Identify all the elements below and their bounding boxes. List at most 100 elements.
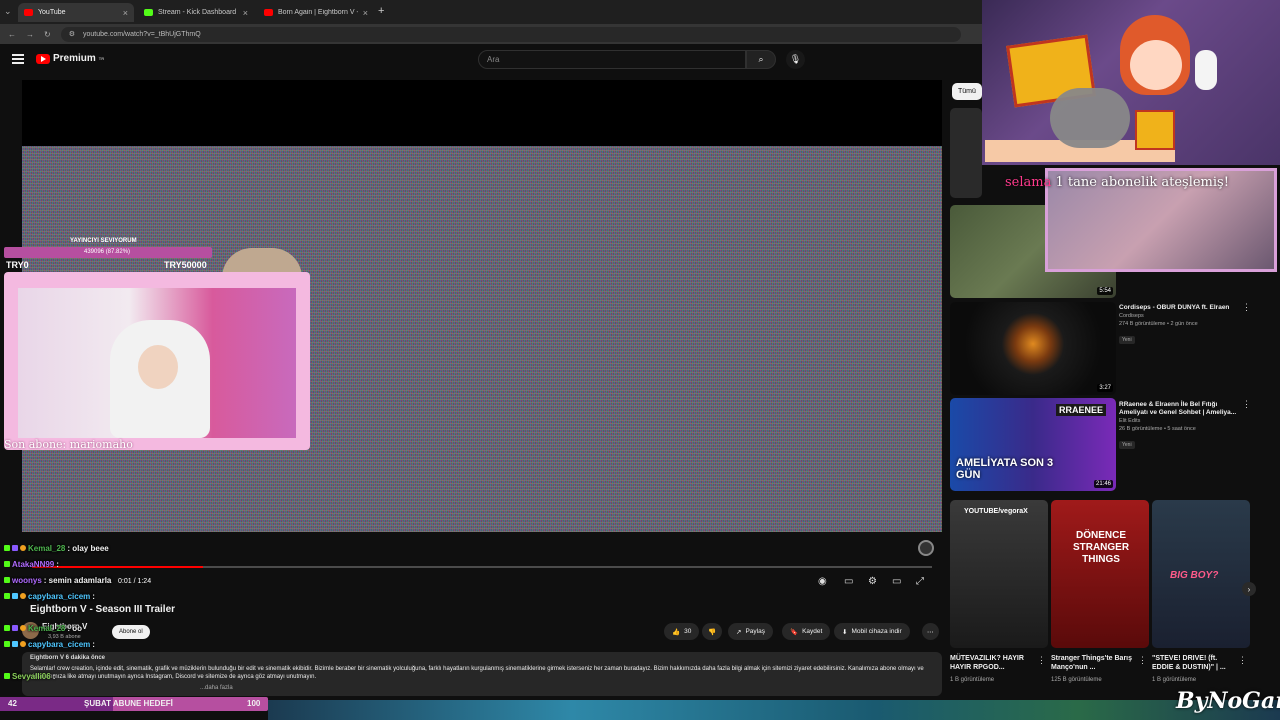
short-thumbnail[interactable]: YOUTUBE/vegoraX	[950, 500, 1048, 648]
share-label: Paylaş	[745, 628, 765, 635]
channel-watermark[interactable]	[918, 540, 934, 556]
chat-message: woonys : semin adamlarla	[4, 574, 111, 586]
new-tab-icon[interactable]: +	[378, 5, 384, 17]
show-more-link[interactable]: ...daha fazla	[200, 685, 233, 691]
chat-message: capybara_cicem :	[4, 638, 95, 650]
badge-icon	[4, 673, 10, 679]
shorts-next-icon[interactable]: ›	[1242, 582, 1256, 596]
short-title[interactable]: MÜTEVAZILIK? HAYIR HAYIR RPGOD...	[950, 654, 1034, 672]
more-options-icon[interactable]: ⋮	[1138, 655, 1147, 666]
chat-username: capybara_cicem	[28, 639, 91, 649]
search-button[interactable]: ⌕	[746, 50, 776, 69]
badge-icon	[12, 545, 18, 551]
menu-icon[interactable]	[12, 54, 24, 64]
site-info-icon[interactable]: ⚙	[69, 30, 75, 38]
more-options-icon[interactable]: ⋮	[1238, 655, 1247, 666]
forward-icon[interactable]: →	[26, 30, 34, 39]
gift-box-illustration	[1135, 110, 1175, 150]
youtube-logo[interactable]: Premium TR	[36, 53, 104, 64]
search-icon: ⌕	[758, 54, 764, 64]
chat-username: Sevyalli06	[12, 671, 51, 681]
last-subscriber: Son abone: mariomaho	[4, 438, 133, 451]
like-button[interactable]: 👍 30	[664, 623, 700, 640]
fullscreen-icon[interactable]: ⤢	[916, 576, 924, 587]
video-thumbnail[interactable]	[950, 108, 982, 198]
short-title[interactable]: "STEVE! DRIVE! (ft. EDDIE & DUSTIN)" | .…	[1152, 654, 1236, 672]
logo-text: Premium	[53, 53, 96, 64]
ocean-decoration	[268, 700, 1280, 720]
voice-search-button[interactable]: 🎙	[786, 50, 805, 69]
more-options-icon[interactable]: ⋮	[1242, 302, 1251, 313]
more-options-icon[interactable]: ⋮	[1242, 399, 1251, 410]
new-badge: Yeni	[1119, 336, 1135, 344]
more-options-icon[interactable]: ⋮	[1037, 655, 1046, 666]
short-title[interactable]: Stranger Things'te Barış Manço'nun ...	[1051, 654, 1135, 672]
reload-icon[interactable]: ↻	[44, 30, 51, 39]
tab-youtube[interactable]: YouTube ×	[18, 3, 134, 22]
donation-goal-title: YAYINCIYI SEVIYORUM	[70, 238, 137, 244]
url-field[interactable]: ⚙ youtube.com/watch?v=_tBhUjGThmQ	[60, 26, 961, 42]
more-actions-button[interactable]: ⋯	[922, 623, 939, 640]
short-meta: 1 B görüntüleme	[1152, 677, 1197, 683]
subscribe-button[interactable]: Abone ol	[112, 625, 150, 639]
thumbnail-text: AMELİYATA SON 3 GÜN	[956, 457, 1054, 481]
filter-chip-all[interactable]: Tümü	[952, 83, 982, 100]
donation-goal-max: TRY50000	[164, 260, 207, 270]
youtube-favicon-icon	[264, 9, 273, 16]
search-placeholder: Ara	[487, 55, 500, 64]
search-input[interactable]: Ara	[478, 50, 746, 69]
address-bar: ← → ↻ ⚙ youtube.com/watch?v=_tBhUjGThmQ	[0, 24, 982, 44]
streamer-signature: ByNoGar	[1176, 688, 1280, 714]
settings-gear-icon[interactable]: ⚙	[868, 576, 877, 587]
short-meta: 125 B görüntüleme	[1051, 677, 1102, 683]
description-text: Selamlar! crew creation, içinde edit, si…	[30, 666, 924, 680]
close-tab-icon[interactable]: ×	[363, 8, 368, 18]
tab-born-again[interactable]: Born Again | Eightborn V - Sea ×	[258, 3, 374, 22]
chat-text: :	[56, 559, 59, 569]
short-meta: 1 B görüntüleme	[950, 677, 995, 683]
badge-icon	[12, 641, 18, 647]
close-tab-icon[interactable]: ×	[243, 8, 248, 18]
youtube-favicon-icon	[24, 9, 33, 16]
badge-icon	[20, 545, 26, 551]
save-button[interactable]: 🔖 Kaydet	[782, 623, 831, 640]
share-icon: ↗	[736, 628, 742, 636]
badge-icon	[20, 625, 26, 631]
sub-goal-title: ŞUBAT ABUNE HEDEFİ	[84, 699, 173, 708]
tab-search-chevron-icon[interactable]: ⌄	[4, 6, 12, 17]
dislike-button[interactable]: 👎	[702, 623, 723, 640]
save-label: Kaydet	[802, 628, 823, 635]
short-thumbnail[interactable]: BIG BOY?	[1152, 500, 1250, 648]
thumbs-down-icon: 👎	[708, 628, 717, 636]
tab-kick-dashboard[interactable]: Stream - Kick Dashboard ×	[138, 3, 254, 22]
new-badge: Yeni	[1119, 441, 1135, 449]
theater-mode-icon[interactable]: ▭	[892, 576, 901, 587]
download-label: Mobil cihaza indir	[851, 628, 902, 635]
short-thumbnail[interactable]: DÖNENCE STRANGER THINGS	[1051, 500, 1149, 648]
chat-text: :	[92, 591, 95, 601]
kick-favicon-icon	[144, 9, 153, 16]
chat-message: Sevyalli06 :	[4, 670, 55, 682]
recommendation-info[interactable]: RRaenee & Elraenn İle Bel Fıtığı Ameliya…	[1119, 401, 1241, 451]
back-icon[interactable]: ←	[8, 30, 16, 39]
video-thumbnail[interactable]: 3:27	[950, 302, 1116, 395]
badge-icon	[12, 593, 18, 599]
video-title: Eightborn V - Season III Trailer	[30, 604, 176, 615]
badge-icon	[20, 641, 26, 647]
badge-icon	[4, 641, 10, 647]
donation-goal-values: 439096 (87.82%)	[84, 249, 131, 255]
video-thumbnail[interactable]: RRAENEE AMELİYATA SON 3 GÜN 21:46	[950, 398, 1116, 491]
sub-goal-current: 42	[8, 699, 17, 708]
autoplay-toggle-icon[interactable]: ◉	[818, 576, 827, 587]
share-button[interactable]: ↗ Paylaş	[728, 623, 773, 640]
chat-message: Kemal_28 : olay beee	[4, 542, 109, 554]
download-button[interactable]: ⬇ Mobil cihaza indir	[834, 623, 910, 640]
subtitles-icon[interactable]: ▭	[844, 576, 853, 587]
recommendation-info[interactable]: Cordiseps - OBUR DUNYA ft. Elraen Cordis…	[1119, 304, 1241, 346]
more-dots-icon: ⋯	[927, 628, 934, 636]
video-duration: 21:46	[1093, 480, 1113, 488]
thumbs-up-icon: 👍	[672, 628, 681, 636]
close-tab-icon[interactable]: ×	[123, 8, 128, 18]
chat-text: :	[92, 639, 95, 649]
thumbnail-text: YOUTUBE/vegoraX	[964, 508, 1028, 515]
